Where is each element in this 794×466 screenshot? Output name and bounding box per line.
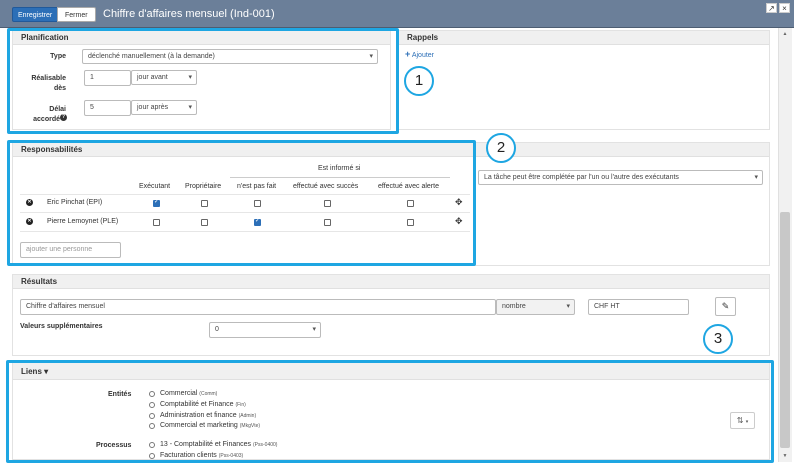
highlight-box-liens — [6, 360, 774, 463]
extra-values-select[interactable]: 0 ▾ — [209, 322, 321, 338]
window-title: Chiffre d'affaires mensuel (Ind-001) — [103, 8, 275, 20]
completion-mode-select[interactable]: La tâche peut être complétée par l'un ou… — [478, 170, 763, 185]
annotation-badge-2: 2 — [486, 133, 516, 163]
rappels-title: Rappels — [399, 31, 769, 45]
scroll-up-icon[interactable]: ▲ — [780, 30, 790, 39]
add-reminder-link[interactable]: + Ajouter — [405, 49, 434, 59]
extra-values-value: 0 — [215, 326, 219, 333]
plus-icon: + — [405, 49, 411, 59]
edit-pencil-icon[interactable]: ✎ — [715, 297, 736, 316]
result-type-select[interactable]: nombre ▾ — [496, 299, 575, 315]
resultats-title: Résultats — [13, 275, 769, 289]
close-form-button[interactable]: Fermer — [57, 7, 96, 22]
scrollbar-thumb[interactable] — [780, 212, 790, 448]
result-type-value: nombre — [502, 303, 526, 310]
completion-mode-value: La tâche peut être complétée par l'un ou… — [484, 174, 679, 181]
annotation-badge-1: 1 — [404, 66, 434, 96]
annotation-badge-3: 3 — [703, 324, 733, 354]
extra-values-label: Valeurs supplémentaires — [20, 323, 103, 330]
result-unit-input[interactable]: CHF HT — [588, 299, 689, 315]
close-window-icon[interactable]: × — [779, 3, 790, 13]
expand-icon[interactable]: ↗ — [766, 3, 777, 13]
rappels-panel: Rappels — [398, 30, 770, 130]
window-titlebar: Enregistrer Fermer Chiffre d'affaires me… — [0, 0, 794, 28]
scroll-down-icon[interactable]: ▼ — [780, 452, 790, 461]
save-button[interactable]: Enregistrer — [12, 7, 59, 22]
result-name-input[interactable]: Chiffre d'affaires mensuel — [20, 299, 496, 315]
chevron-down-icon: ▾ — [566, 303, 570, 310]
chevron-down-icon: ▾ — [312, 326, 316, 333]
highlight-box-planification — [7, 28, 399, 134]
resultats-panel: Résultats — [12, 274, 770, 356]
chevron-down-icon: ▾ — [754, 174, 758, 181]
add-reminder-label: Ajouter — [411, 52, 435, 59]
highlight-box-responsabilites — [7, 140, 476, 266]
